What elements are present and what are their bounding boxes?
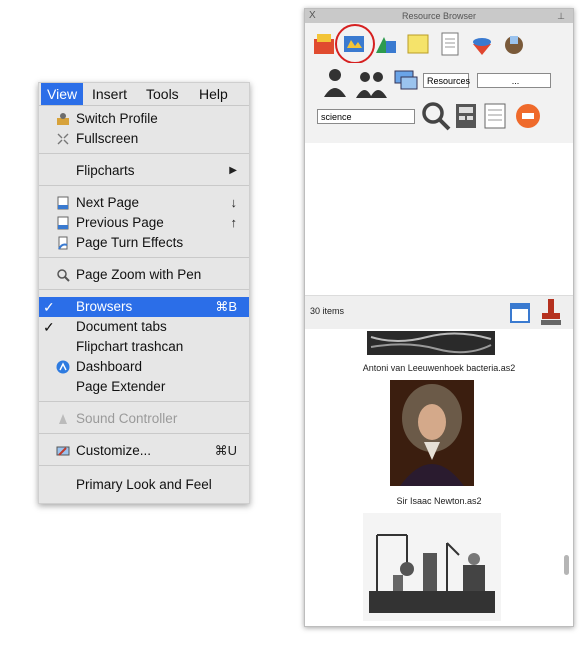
path-field[interactable]: ... [477, 73, 551, 88]
previous-page-icon [57, 216, 69, 230]
next-page-icon [57, 196, 69, 210]
menu-bar: View Insert Tools Help [39, 83, 249, 106]
page-extender-label: Page Extender [76, 379, 166, 394]
pin-icon[interactable]: ⊥ [557, 9, 565, 23]
submenu-arrow-icon: ▶ [229, 165, 237, 176]
bacteria-thumbnail[interactable] [367, 331, 495, 355]
menu-view[interactable]: View [41, 83, 84, 105]
previous-page-shortcut: ↑ [230, 215, 238, 230]
menu-item-document-tabs[interactable]: ✓ Document tabs [39, 317, 249, 337]
menu-item-page-turn-effects[interactable]: Page Turn Effects [39, 233, 249, 253]
page-turn-label: Page Turn Effects [76, 235, 184, 250]
my-resources-icon[interactable] [311, 31, 337, 57]
document-tabs-label: Document tabs [76, 319, 167, 334]
menu-tools[interactable]: Tools [146, 83, 179, 105]
notes-icon[interactable] [405, 31, 431, 57]
sound-controller-label: Sound Controller [76, 411, 178, 426]
menu-item-primary-look[interactable]: Primary Look and Feel [39, 475, 249, 495]
checkmark-icon: ✓ [43, 299, 55, 315]
resource-browser: X Resource Browser ⊥ Resources ... scien… [304, 8, 574, 627]
selected-tool-highlight [335, 24, 375, 64]
browser-toolbar [305, 23, 573, 64]
magnifier-icon [57, 269, 70, 282]
menu-separator [39, 433, 249, 434]
browser-title-bar: X Resource Browser ⊥ [305, 9, 573, 23]
customize-shortcut: ⌘U [214, 443, 237, 458]
instruments-thumbnail[interactable] [363, 513, 501, 621]
checkmark-icon: ✓ [43, 319, 55, 335]
browsers-shortcut: ⌘B [215, 299, 237, 314]
next-page-label: Next Page [76, 195, 140, 210]
orange-badge-icon[interactable] [515, 103, 541, 129]
menu-item-customize[interactable]: Customize... ⌘U [39, 441, 249, 461]
view-menu: View Insert Tools Help Switch Profile Fu… [38, 82, 250, 504]
menu-help[interactable]: Help [199, 83, 228, 105]
scrollbar-thumb[interactable] [564, 555, 569, 575]
menu-separator [39, 153, 249, 154]
customize-label: Customize... [76, 443, 152, 458]
resource-caption: Antoni van Leeuwenhoek bacteria.as2 [362, 363, 516, 373]
menu-item-previous-page[interactable]: Previous Page ↑ [39, 213, 249, 233]
resource-caption: Sir Isaac Newton.as2 [396, 496, 482, 506]
browsers-label: Browsers [76, 299, 133, 314]
customize-icon [56, 446, 70, 456]
menu-insert[interactable]: Insert [92, 83, 127, 105]
browser-search-area: Resources ... science [305, 63, 573, 143]
menu-item-sound-controller: Sound Controller [39, 409, 249, 429]
menu-item-page-extender[interactable]: Page Extender [39, 377, 249, 397]
menu-separator [39, 185, 249, 186]
fullscreen-label: Fullscreen [76, 131, 139, 146]
menu-item-browsers[interactable]: ✓ Browsers ⌘B [39, 297, 249, 317]
menu-separator [39, 401, 249, 402]
dashboard-icon [56, 360, 70, 374]
menu-separator [39, 257, 249, 258]
hand-tool-icon[interactable] [501, 31, 527, 57]
resources-field[interactable]: Resources [423, 73, 470, 88]
primary-look-label: Primary Look and Feel [76, 477, 212, 492]
page-zoom-label: Page Zoom with Pen [76, 267, 202, 282]
browser-title: Resource Browser [401, 11, 477, 21]
calculator-icon[interactable] [455, 103, 477, 129]
item-count: 30 items [310, 306, 345, 316]
resource-list[interactable]: Antoni van Leeuwenhoek bacteria.as2 Sir … [305, 329, 573, 626]
menu-item-dashboard[interactable]: Dashboard [39, 357, 249, 377]
window-icon[interactable] [509, 302, 531, 324]
spinning-top-icon[interactable] [469, 31, 495, 57]
item-count-bar: 30 items [305, 295, 573, 330]
gallery-icon[interactable] [373, 31, 399, 57]
group-icon[interactable] [355, 68, 389, 98]
next-page-shortcut: ↓ [230, 195, 238, 210]
menu-item-flipchart-trashcan[interactable]: Flipchart trashcan [39, 337, 249, 357]
newton-portrait-thumbnail[interactable] [390, 380, 474, 486]
list-document-icon[interactable] [483, 103, 507, 129]
sound-icon [59, 414, 67, 424]
search-icon[interactable] [421, 101, 451, 131]
fullscreen-icon [57, 133, 69, 145]
menu-item-switch-profile[interactable]: Switch Profile [39, 109, 249, 129]
menu-item-page-zoom[interactable]: Page Zoom with Pen [39, 265, 249, 285]
document-icon[interactable] [437, 31, 463, 57]
flipchart-trashcan-label: Flipchart trashcan [76, 339, 184, 354]
menu-separator [39, 465, 249, 466]
menu-item-flipcharts[interactable]: Flipcharts ▶ [39, 161, 249, 181]
stamp-icon[interactable] [540, 297, 562, 327]
menu-item-fullscreen[interactable]: Fullscreen [39, 129, 249, 149]
page-turn-icon [58, 236, 68, 250]
shared-screen-icon[interactable] [393, 67, 419, 93]
dashboard-label: Dashboard [76, 359, 143, 374]
flipcharts-label: Flipcharts [76, 163, 135, 178]
close-button[interactable]: X [309, 9, 316, 23]
menu-item-next-page[interactable]: Next Page ↓ [39, 193, 249, 213]
previous-page-label: Previous Page [76, 215, 164, 230]
browser-empty-panel [305, 143, 573, 295]
switch-profile-label: Switch Profile [76, 111, 158, 126]
menu-separator [39, 289, 249, 290]
search-input[interactable]: science [317, 109, 415, 124]
profile-icon [57, 113, 69, 125]
person-icon[interactable] [321, 67, 349, 97]
